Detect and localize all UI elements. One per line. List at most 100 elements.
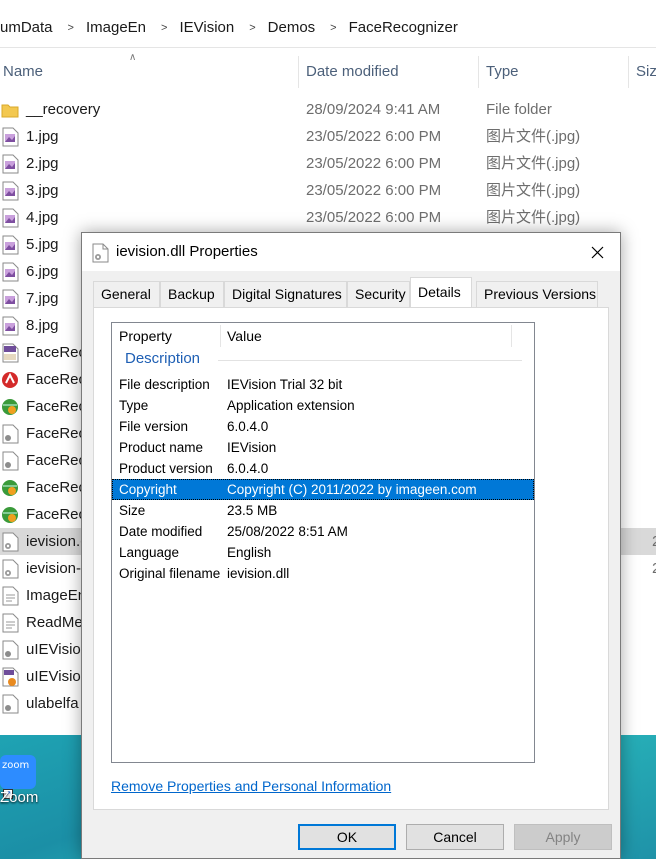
property-row[interactable]: Size 23.5 MB	[112, 500, 534, 521]
column-header-property[interactable]: Property	[119, 323, 172, 349]
column-divider[interactable]	[628, 56, 629, 88]
column-header-date-modified[interactable]: Date modified	[306, 50, 399, 94]
group-divider	[218, 360, 522, 361]
document-icon	[1, 613, 19, 633]
property-value: 25/08/2022 8:51 AM	[227, 524, 348, 539]
document-icon	[1, 586, 19, 606]
column-header-size[interactable]: Siz	[636, 50, 656, 94]
file-type: 图片文件(.jpg)	[486, 182, 581, 199]
zoom-app-icon[interactable]: zoom ↗	[0, 755, 36, 799]
property-name: Type	[119, 398, 149, 413]
file-name: __recovery	[26, 101, 101, 118]
file-name: 2.jpg	[26, 155, 59, 172]
property-row[interactable]: File description IEVision Trial 32 bit	[112, 374, 534, 395]
close-button[interactable]	[574, 233, 620, 271]
chevron-right-icon[interactable]: >	[249, 22, 255, 34]
tab-backup[interactable]: Backup	[160, 281, 224, 307]
file-name: ulabelfa	[26, 695, 79, 712]
zoom-icon-text: zoom	[2, 760, 30, 771]
dialog-titlebar[interactable]: ievision.dll Properties	[82, 233, 620, 271]
pas-file-icon	[1, 667, 19, 687]
breadcrumb-item-demos[interactable]: Demos	[265, 19, 319, 36]
properties-rows: File description IEVision Trial 32 bit Typ…	[112, 374, 534, 584]
column-headers: ∧ Name Date modified Type Siz	[0, 50, 656, 94]
file-name: 6.jpg	[26, 263, 59, 280]
jpg-file-icon	[1, 181, 19, 201]
jpg-file-icon	[1, 208, 19, 228]
property-name: File version	[119, 419, 189, 434]
column-divider[interactable]	[220, 325, 221, 347]
property-value: Copyright (C) 2011/2022 by imageen.com	[227, 482, 477, 497]
file-name: 4.jpg	[26, 209, 59, 226]
globe-app-icon	[1, 505, 19, 525]
ok-button[interactable]: OK	[298, 824, 396, 850]
remove-properties-link[interactable]: Remove Properties and Personal Informati…	[111, 778, 391, 794]
property-value: ievision.dll	[227, 566, 290, 581]
file-name: ievision-	[26, 560, 82, 577]
config-file-icon	[1, 694, 19, 714]
property-row[interactable]: Date modified 25/08/2022 8:51 AM	[112, 521, 534, 542]
column-divider[interactable]	[511, 325, 512, 347]
zoom-shortcut-label[interactable]: Zoom	[0, 789, 38, 806]
property-name: Size	[119, 503, 146, 518]
file-row[interactable]: 4.jpg 23/05/2022 6:00 PM 图片文件(.jpg)	[0, 204, 656, 231]
delphi-app-icon	[1, 370, 19, 390]
property-row[interactable]: Product version 6.0.4.0	[112, 458, 534, 479]
breadcrumb-item-imageen[interactable]: ImageEn	[83, 19, 149, 36]
properties-list[interactable]: Property Value Description File descript…	[111, 322, 535, 763]
property-row[interactable]: Product name IEVision	[112, 437, 534, 458]
breadcrumb-item-ievision[interactable]: IEVision	[176, 19, 237, 36]
tab-general[interactable]: General	[93, 281, 160, 307]
file-type: 图片文件(.jpg)	[486, 128, 581, 145]
tab-digital-signatures[interactable]: Digital Signatures	[224, 281, 347, 307]
chevron-right-icon[interactable]: >	[330, 22, 336, 34]
property-row[interactable]: Type Application extension	[112, 395, 534, 416]
file-name: 3.jpg	[26, 182, 59, 199]
column-header-name[interactable]: Name	[3, 50, 43, 94]
property-value: 6.0.4.0	[227, 461, 269, 476]
file-name: uIEVision	[26, 668, 90, 685]
column-header-value[interactable]: Value	[227, 323, 262, 349]
file-date-modified: 23/05/2022 6:00 PM	[306, 182, 442, 199]
file-row[interactable]: 2.jpg 23/05/2022 6:00 PM 图片文件(.jpg)	[0, 150, 656, 177]
jpg-file-icon	[1, 289, 19, 309]
file-date-modified: 23/05/2022 6:00 PM	[306, 155, 442, 172]
jpg-file-icon	[1, 235, 19, 255]
tab-security[interactable]: Security	[347, 281, 410, 307]
column-header-type[interactable]: Type	[486, 50, 519, 94]
file-name: 5.jpg	[26, 236, 59, 253]
chevron-right-icon[interactable]: >	[161, 22, 167, 34]
file-date-modified: 28/09/2024 9:41 AM	[306, 101, 441, 118]
breadcrumb-item-facerecognizer[interactable]: FaceRecognizer	[346, 19, 461, 36]
tab-details[interactable]: Details	[410, 277, 472, 307]
file-size: 2	[652, 555, 656, 582]
column-divider[interactable]	[478, 56, 479, 88]
file-row[interactable]: 1.jpg 23/05/2022 6:00 PM 图片文件(.jpg)	[0, 123, 656, 150]
property-value: English	[227, 545, 272, 560]
apply-button[interactable]: Apply	[514, 824, 612, 850]
file-row[interactable]: __recovery 28/09/2024 9:41 AM File folder	[0, 96, 656, 123]
dialog-title: ievision.dll Properties	[116, 243, 258, 260]
folder-icon	[1, 100, 19, 120]
tab-previous-versions[interactable]: Previous Versions	[476, 281, 598, 307]
close-icon	[591, 246, 603, 258]
property-value: 23.5 MB	[227, 503, 278, 518]
file-date-modified: 23/05/2022 6:00 PM	[306, 209, 442, 226]
cancel-button[interactable]: Cancel	[406, 824, 504, 850]
property-row[interactable]: Language English	[112, 542, 534, 563]
breadcrumb-item-umdata[interactable]: umData	[0, 19, 56, 36]
chevron-right-icon[interactable]: >	[68, 22, 74, 34]
property-row[interactable]: Copyright Copyright (C) 2011/2022 by imag…	[112, 479, 534, 500]
property-name: Language	[119, 545, 180, 560]
jpg-file-icon	[1, 262, 19, 282]
property-value: 6.0.4.0	[227, 419, 269, 434]
file-name: uIEVision	[26, 641, 90, 658]
column-divider[interactable]	[298, 56, 299, 88]
file-size: 2	[652, 528, 656, 555]
sort-ascending-icon: ∧	[129, 52, 137, 63]
dll-file-icon	[1, 532, 19, 552]
details-panel: Property Value Description File descript…	[93, 307, 609, 810]
property-row[interactable]: File version 6.0.4.0	[112, 416, 534, 437]
property-row[interactable]: Original filename ievision.dll	[112, 563, 534, 584]
file-row[interactable]: 3.jpg 23/05/2022 6:00 PM 图片文件(.jpg)	[0, 177, 656, 204]
